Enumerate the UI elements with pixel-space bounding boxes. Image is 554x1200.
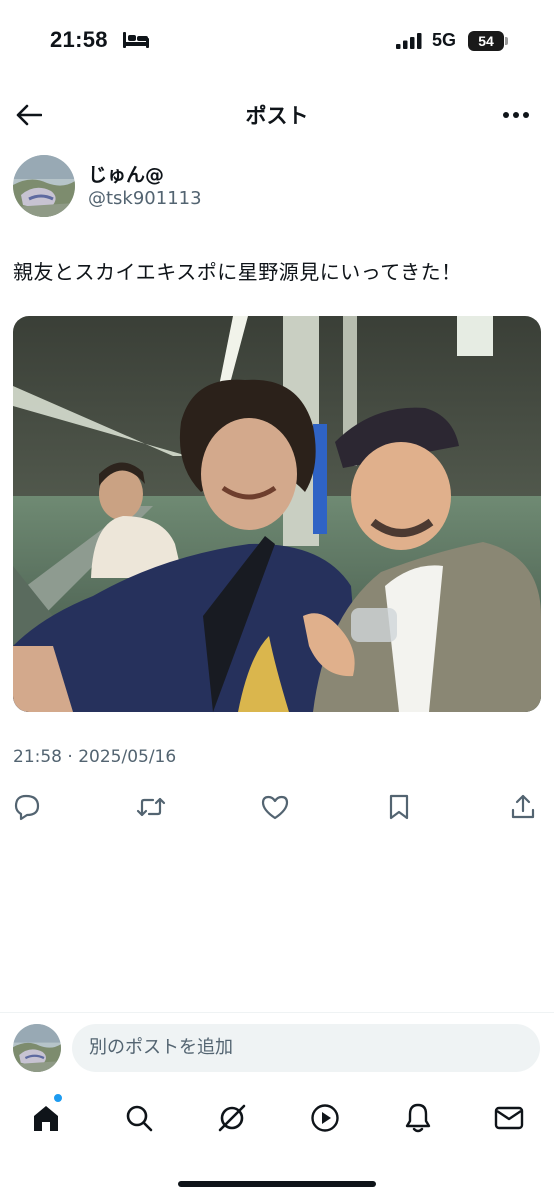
tab-grok[interactable]	[212, 1098, 252, 1138]
more-options-button[interactable]	[496, 98, 536, 132]
reply-input[interactable]: 別のポストを追加	[72, 1024, 540, 1072]
reply-button[interactable]	[12, 792, 42, 822]
status-time: 21:58	[50, 27, 108, 52]
tab-video[interactable]	[305, 1098, 345, 1138]
notifications-icon	[405, 1103, 431, 1133]
tab-notifications[interactable]	[398, 1098, 438, 1138]
author-name[interactable]: じゅん@	[88, 160, 164, 187]
composer-divider	[0, 1012, 554, 1013]
page-title: ポスト	[245, 104, 309, 128]
repost-button[interactable]	[136, 792, 166, 822]
status-bar: 21:58 5G 54	[0, 0, 554, 80]
post-timestamp: 21:58 · 2025/05/16	[13, 747, 177, 767]
home-indicator[interactable]	[178, 1181, 376, 1187]
sleep-focus-icon	[123, 32, 149, 48]
author-avatar[interactable]	[13, 155, 75, 217]
bookmark-button[interactable]	[384, 792, 414, 822]
more-horizontal-icon	[503, 112, 529, 118]
nav-header: ポスト	[0, 90, 554, 138]
messages-icon	[494, 1106, 524, 1130]
share-button[interactable]	[508, 792, 538, 822]
user-avatar[interactable]	[13, 1024, 61, 1072]
bookmark-icon	[389, 794, 409, 820]
home-icon	[34, 1106, 58, 1131]
cellular-signal-icon	[396, 33, 422, 49]
like-button[interactable]	[260, 792, 290, 822]
post-actions	[0, 788, 554, 824]
reply-icon	[14, 794, 40, 821]
tab-home[interactable]	[26, 1098, 66, 1138]
heart-icon	[261, 795, 289, 820]
battery-level: 54	[478, 33, 494, 49]
home-new-content-dot	[53, 1093, 63, 1103]
search-icon	[126, 1105, 153, 1132]
battery-indicator: 54	[468, 31, 508, 51]
author-handle[interactable]: @tsk901113	[88, 188, 202, 209]
grok-icon	[218, 1104, 246, 1132]
bottom-tab-bar	[0, 1090, 554, 1146]
post-photo[interactable]	[13, 316, 541, 712]
video-icon	[311, 1104, 339, 1132]
tab-messages[interactable]	[489, 1098, 529, 1138]
repost-icon	[136, 797, 166, 817]
share-icon	[511, 794, 535, 819]
tab-search[interactable]	[119, 1098, 159, 1138]
network-type: 5G	[432, 30, 457, 50]
post-text: 親友とスカイエキスポに星野源見にいってきた！	[13, 260, 462, 284]
